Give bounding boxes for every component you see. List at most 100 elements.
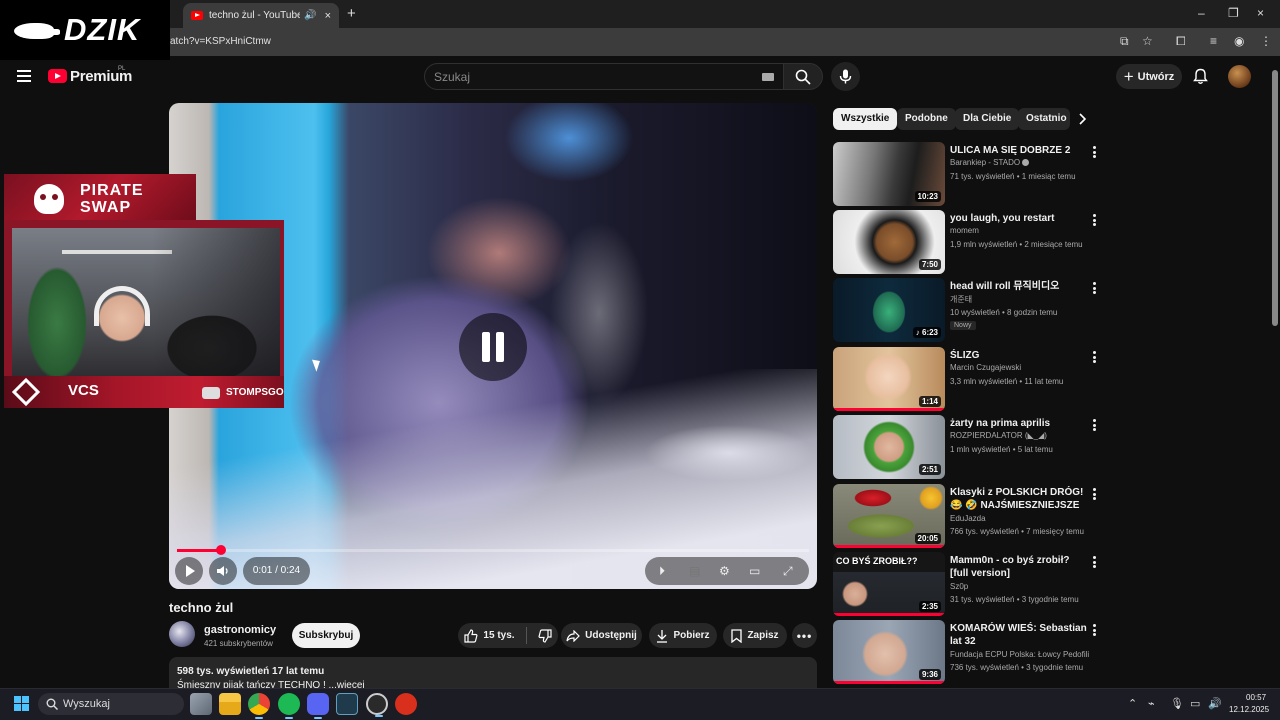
task-view-icon[interactable]: [190, 693, 212, 715]
autoplay-toggle-icon[interactable]: ⏵: [659, 564, 665, 578]
rec-channel[interactable]: Fundacja ECPU Polska: Łowcy Pedofili: [950, 650, 1089, 659]
discord-icon[interactable]: [307, 693, 329, 719]
video-thumbnail[interactable]: 10:23: [833, 142, 945, 206]
browser-tab[interactable]: techno żul - YouTube 🔊 ×: [183, 3, 339, 28]
chip-wszystkie[interactable]: Wszystkie: [833, 108, 898, 130]
like-button[interactable]: 15 tys.: [464, 628, 515, 643]
chip-ostatnio[interactable]: Ostatnio: [1018, 108, 1070, 130]
more-vertical-icon[interactable]: [1093, 351, 1097, 363]
rec-channel[interactable]: EduJazda: [950, 514, 986, 523]
rec-channel[interactable]: Barankiep - STADO: [950, 158, 1030, 167]
recommendation-item[interactable]: ♪ 6:23 head will roll 뮤직비디오 개준태 10 wyświ…: [833, 278, 1105, 342]
recommendation-item[interactable]: 20:05 Klasyki z POLSKICH DRÓG! 😂 🤣 NAJŚM…: [833, 484, 1105, 548]
file-explorer-icon[interactable]: [219, 693, 241, 715]
video-thumbnail[interactable]: 7:50: [833, 210, 945, 274]
channel-name[interactable]: gastronomicy: [204, 624, 276, 636]
rec-channel[interactable]: 개준태: [950, 294, 972, 305]
rec-title[interactable]: żarty na prima aprilis: [950, 417, 1090, 430]
video-thumbnail[interactable]: 20:05: [833, 484, 945, 548]
rec-title[interactable]: Klasyki z POLSKICH DRÓG! 😂 🤣 NAJŚMIESZNI…: [950, 486, 1090, 512]
more-vertical-icon[interactable]: [1093, 556, 1097, 568]
rec-channel[interactable]: ROZPIERDALATOR (◣_◢): [950, 431, 1047, 440]
download-button[interactable]: Pobierz: [649, 623, 717, 648]
minimize-icon[interactable]: –: [1198, 6, 1205, 20]
chip-podobne[interactable]: Podobne: [897, 108, 956, 130]
recommendation-item[interactable]: 7:50 you laugh, you restart momem 1,9 ml…: [833, 210, 1105, 274]
rec-channel[interactable]: momem: [950, 226, 979, 235]
rec-title[interactable]: Mamm0n - co byś zrobił? [full version]: [950, 554, 1090, 580]
chrome-icon[interactable]: [248, 693, 270, 719]
rec-channel[interactable]: Marcin Czugajewski: [950, 363, 1021, 372]
save-button[interactable]: Zapisz: [723, 623, 787, 648]
rec-title[interactable]: head will roll 뮤직비디오: [950, 280, 1090, 293]
video-thumbnail[interactable]: 2:51: [833, 415, 945, 479]
subtitles-icon[interactable]: ▤: [689, 564, 700, 578]
clock-date[interactable]: 12.12.2025: [1229, 705, 1269, 714]
more-vertical-icon[interactable]: [1093, 214, 1097, 226]
app-icon[interactable]: [395, 693, 417, 715]
thumbs-down-icon[interactable]: [538, 628, 552, 643]
bookmark-star-icon[interactable]: ☆: [1142, 34, 1153, 48]
keyboard-icon[interactable]: [762, 73, 774, 81]
extensions-icon[interactable]: ⧠: [1176, 34, 1186, 49]
more-vertical-icon[interactable]: [1093, 624, 1097, 636]
account-avatar[interactable]: [1228, 65, 1251, 88]
close-window-icon[interactable]: ×: [1257, 6, 1264, 20]
video-thumbnail[interactable]: ♪ 6:23: [833, 278, 945, 342]
fullscreen-icon[interactable]: ⤢: [783, 564, 793, 578]
play-button[interactable]: [175, 557, 203, 585]
video-thumbnail[interactable]: 1:14: [833, 347, 945, 411]
channel-avatar[interactable]: [169, 621, 195, 647]
speaker-icon[interactable]: 🔊: [304, 10, 316, 21]
network-icon[interactable]: ⌁: [1148, 697, 1155, 710]
voice-search-button[interactable]: [831, 62, 860, 91]
settings-gear-icon[interactable]: ⚙: [719, 564, 730, 578]
recommendation-item[interactable]: 2:51 żarty na prima aprilis ROZPIERDALAT…: [833, 415, 1105, 479]
obs-icon[interactable]: [366, 693, 388, 717]
recommendation-item[interactable]: CO BYŚ ZROBIŁ?? 2:35 Mamm0n - co byś zro…: [833, 552, 1105, 616]
rec-title[interactable]: you laugh, you restart: [950, 212, 1090, 225]
more-vertical-icon[interactable]: [1093, 146, 1097, 158]
more-vertical-icon[interactable]: [1093, 488, 1097, 500]
tab-close-icon[interactable]: ×: [325, 10, 331, 22]
create-button[interactable]: + Utwórz: [1116, 64, 1182, 89]
scrollbar-thumb[interactable]: [1272, 70, 1278, 326]
rec-channel[interactable]: Sz0p: [950, 582, 968, 591]
video-progress-bar[interactable]: [177, 545, 809, 555]
theater-mode-icon[interactable]: ▭: [749, 564, 760, 578]
recommendation-item[interactable]: 10:23 ULICA MA SIĘ DOBRZE 2 Barankiep - …: [833, 142, 1105, 206]
recommendation-item[interactable]: 1:14 ŚLIZG Marcin Czugajewski 3,3 mln wy…: [833, 347, 1105, 411]
rec-title[interactable]: ULICA MA SIĘ DOBRZE 2: [950, 144, 1090, 157]
subscribe-button[interactable]: Subskrybuj: [292, 623, 360, 648]
recommendation-item[interactable]: 9:36 KOMARÓW WIEŚ: Sebastian lat 32 Fund…: [833, 620, 1105, 684]
new-tab-button[interactable]: +: [347, 5, 356, 22]
clock-time[interactable]: 00:57: [1246, 693, 1266, 702]
reading-list-icon[interactable]: ≡: [1210, 34, 1217, 48]
profile-icon[interactable]: ◉: [1234, 34, 1244, 48]
show-hidden-icons-chevron-icon[interactable]: ⌃: [1128, 697, 1137, 710]
chip-dla-ciebie[interactable]: Dla Ciebie: [955, 108, 1020, 130]
notifications-bell-icon[interactable]: [1193, 68, 1208, 90]
search-input[interactable]: [424, 63, 784, 90]
youtube-logo-icon[interactable]: [48, 69, 67, 83]
share-button[interactable]: Udostępnij: [561, 623, 642, 648]
install-app-icon[interactable]: ⧉: [1120, 34, 1129, 49]
taskbar-search-input[interactable]: [38, 693, 184, 715]
chevron-right-icon[interactable]: [1078, 112, 1087, 130]
pause-overlay-icon[interactable]: [459, 313, 527, 381]
url-text[interactable]: atch?v=KSPxHniCtmw: [170, 36, 271, 47]
chrome-menu-icon[interactable]: ⋮: [1260, 34, 1272, 48]
display-icon[interactable]: ▭: [1190, 697, 1200, 710]
windows-start-icon[interactable]: [14, 696, 30, 712]
restore-icon[interactable]: ❐: [1228, 6, 1239, 20]
more-vertical-icon[interactable]: [1093, 419, 1097, 431]
volume-tray-icon[interactable]: 🔊: [1208, 697, 1222, 710]
rec-title[interactable]: KOMARÓW WIEŚ: Sebastian lat 32: [950, 622, 1090, 648]
microphone-tray-icon[interactable]: 🎙: [1170, 697, 1184, 710]
more-actions-button[interactable]: •••: [792, 623, 817, 648]
video-thumbnail[interactable]: 9:36: [833, 620, 945, 684]
hamburger-menu-icon[interactable]: [17, 70, 31, 82]
search-button[interactable]: [783, 63, 823, 90]
rec-title[interactable]: ŚLIZG: [950, 349, 1090, 362]
more-vertical-icon[interactable]: [1093, 282, 1097, 294]
